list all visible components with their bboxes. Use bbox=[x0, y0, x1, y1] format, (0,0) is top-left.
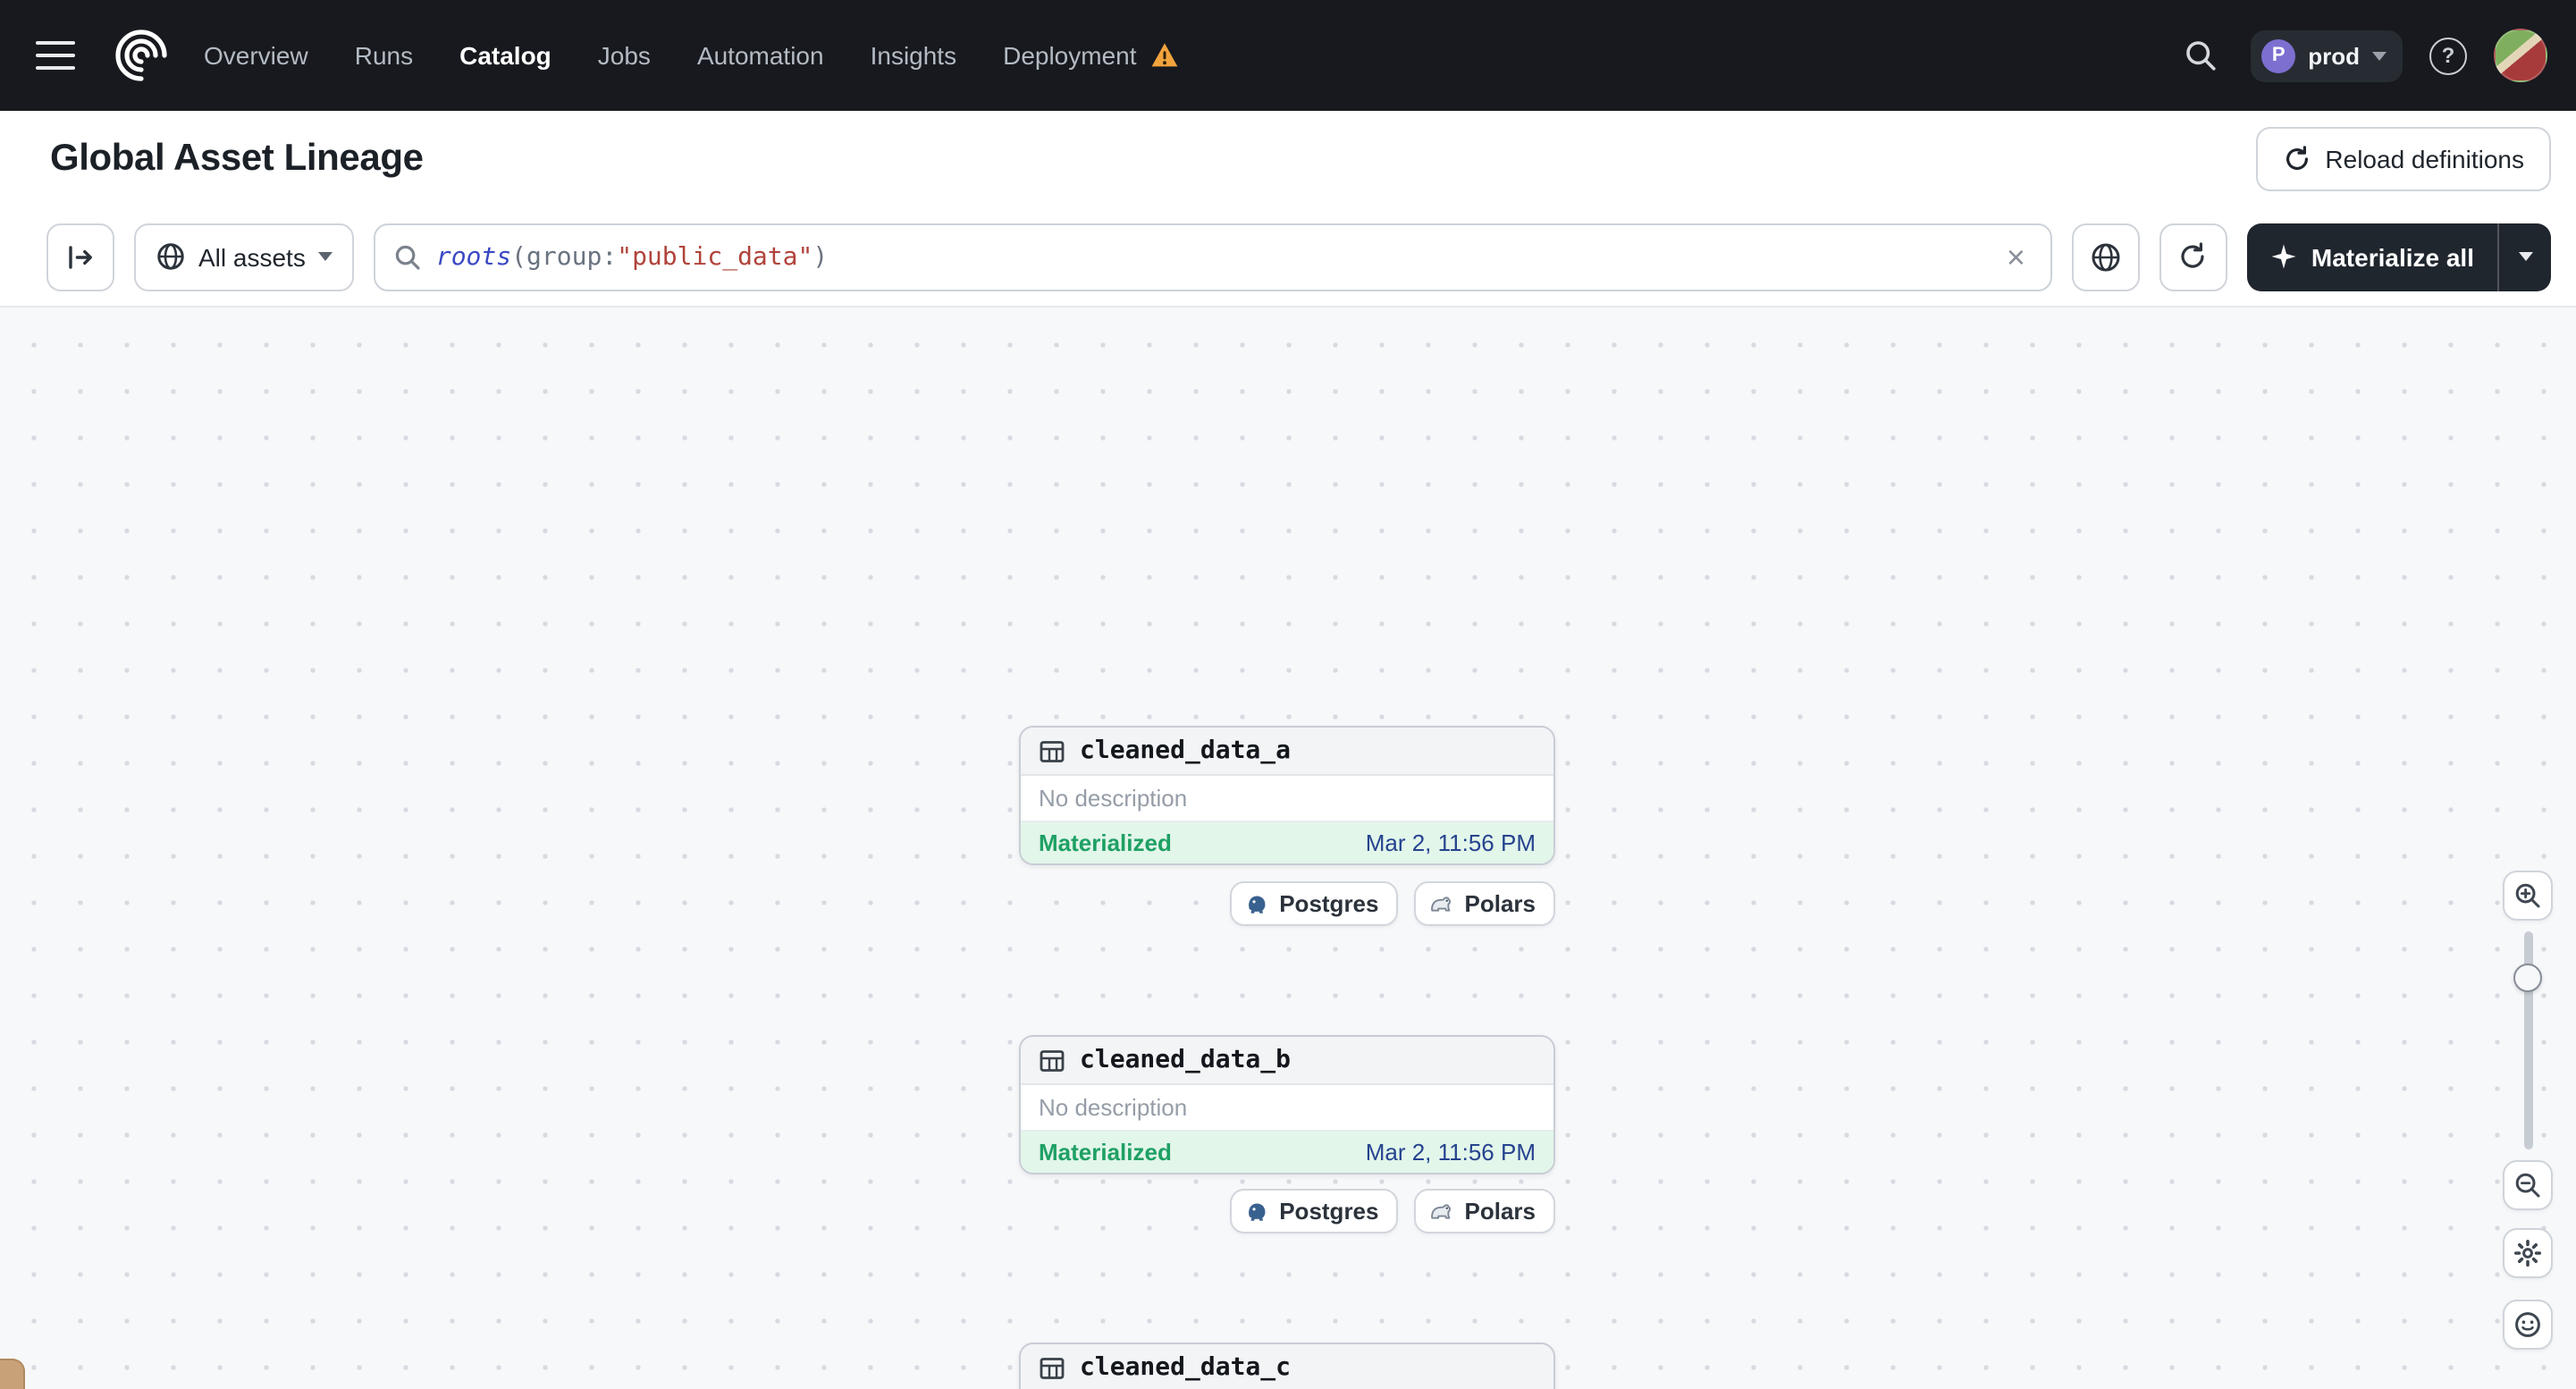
asset-node-cleaned-data-c[interactable]: cleaned_data_c No description Materializ… bbox=[1019, 1343, 1555, 1389]
help-icon[interactable]: ? bbox=[2429, 37, 2467, 74]
hamburger-menu-icon[interactable] bbox=[25, 25, 86, 86]
nav-item-overview[interactable]: Overview bbox=[204, 41, 308, 70]
reload-definitions-label: Reload definitions bbox=[2325, 145, 2524, 173]
tag-polars[interactable]: Polars bbox=[1414, 1189, 1555, 1233]
tag-polars[interactable]: Polars bbox=[1414, 881, 1555, 926]
chevron-down-icon bbox=[317, 252, 333, 261]
asset-node-cleaned-data-a[interactable]: cleaned_data_a No description Materializ… bbox=[1019, 726, 1555, 865]
page-header: Global Asset Lineage Reload definitions bbox=[0, 111, 2576, 207]
lineage-canvas[interactable]: cleaned_data_a No description Materializ… bbox=[0, 307, 2576, 1389]
tag-label: Polars bbox=[1464, 890, 1536, 917]
tag-postgres[interactable]: Postgres bbox=[1229, 881, 1399, 926]
smiley-face-icon bbox=[2513, 1310, 2542, 1339]
nav-item-runs[interactable]: Runs bbox=[355, 41, 413, 70]
tag-postgres[interactable]: Postgres bbox=[1229, 1189, 1399, 1233]
status-badge: Materialized bbox=[1039, 829, 1172, 856]
warning-icon bbox=[1149, 41, 1180, 70]
asset-filter-dropdown[interactable]: All assets bbox=[134, 223, 354, 290]
canvas-controls bbox=[2503, 871, 2553, 1350]
asset-description: No description bbox=[1021, 776, 1553, 822]
polars-icon bbox=[1429, 1199, 1454, 1224]
postgres-icon bbox=[1243, 891, 1268, 916]
zoom-out-button[interactable] bbox=[2503, 1160, 2553, 1210]
table-icon bbox=[1039, 737, 1065, 764]
search-icon[interactable] bbox=[2177, 32, 2224, 79]
asset-node-header: cleaned_data_a bbox=[1021, 728, 1553, 776]
chevron-down-icon bbox=[2518, 252, 2532, 261]
asset-status-row: Materialized Mar 2, 11:56 PM bbox=[1021, 1132, 1553, 1173]
page-title: Global Asset Lineage bbox=[50, 138, 424, 179]
asset-name: cleaned_data_a bbox=[1080, 737, 1292, 765]
globe-icon bbox=[156, 241, 186, 272]
zoom-slider[interactable] bbox=[2503, 931, 2553, 1149]
status-badge: Materialized bbox=[1039, 1139, 1172, 1166]
asset-tags-row: Postgres Polars bbox=[1019, 881, 1555, 926]
search-icon bbox=[393, 242, 422, 271]
nav-item-deployment[interactable]: Deployment bbox=[1003, 41, 1179, 70]
table-icon bbox=[1039, 1047, 1065, 1073]
canvas-settings-button[interactable] bbox=[2503, 1228, 2553, 1278]
asset-description: No description bbox=[1021, 1085, 1553, 1132]
materialize-all-main[interactable]: Materialize all bbox=[2247, 223, 2497, 290]
gear-icon bbox=[2513, 1239, 2542, 1267]
graph-view-button[interactable] bbox=[2071, 223, 2140, 290]
refresh-button[interactable] bbox=[2159, 223, 2227, 290]
offscreen-node-fragment bbox=[0, 1359, 25, 1389]
materialize-options-caret[interactable] bbox=[2497, 223, 2551, 290]
env-name: prod bbox=[2308, 42, 2360, 69]
asset-selection-query: roots(group:"public_data") bbox=[435, 242, 829, 271]
table-icon bbox=[1039, 1354, 1065, 1381]
asset-filter-label: All assets bbox=[198, 242, 306, 271]
nav-item-insights[interactable]: Insights bbox=[871, 41, 957, 70]
asset-node-header: cleaned_data_b bbox=[1021, 1037, 1553, 1085]
reload-icon bbox=[2282, 145, 2311, 173]
polars-icon bbox=[1429, 891, 1454, 916]
asset-name: cleaned_data_b bbox=[1080, 1046, 1292, 1074]
materialization-timestamp[interactable]: Mar 2, 11:56 PM bbox=[1366, 829, 1536, 856]
reload-definitions-button[interactable]: Reload definitions bbox=[2255, 127, 2551, 191]
zoom-in-button[interactable] bbox=[2503, 871, 2553, 921]
chevron-down-icon bbox=[2372, 51, 2387, 60]
nav-item-deployment-label: Deployment bbox=[1003, 41, 1137, 70]
asset-status-row: Materialized Mar 2, 11:56 PM bbox=[1021, 822, 1553, 863]
postgres-icon bbox=[1243, 1199, 1268, 1224]
nav-right-group: P prod ? bbox=[2177, 29, 2547, 82]
asset-node-header: cleaned_data_c bbox=[1021, 1344, 1553, 1389]
asset-name: cleaned_data_c bbox=[1080, 1353, 1292, 1382]
materialize-all-button[interactable]: Materialize all bbox=[2246, 223, 2551, 290]
nav-item-jobs[interactable]: Jobs bbox=[598, 41, 651, 70]
tag-label: Postgres bbox=[1279, 890, 1379, 917]
nav-links: Overview Runs Catalog Jobs Automation In… bbox=[204, 41, 1180, 70]
app-window: Overview Runs Catalog Jobs Automation In… bbox=[0, 0, 2576, 1389]
nav-item-catalog[interactable]: Catalog bbox=[459, 41, 551, 70]
env-badge: P bbox=[2261, 38, 2296, 72]
asset-tags-row: Postgres Polars bbox=[1019, 1189, 1555, 1233]
dagster-logo[interactable] bbox=[107, 21, 175, 89]
lineage-toolbar: All assets roots(group:"public_data") × bbox=[0, 207, 2576, 307]
materialization-timestamp[interactable]: Mar 2, 11:56 PM bbox=[1366, 1139, 1536, 1166]
materialize-all-label: Materialize all bbox=[2311, 242, 2474, 271]
sparkle-icon bbox=[2270, 243, 2297, 270]
asset-node-cleaned-data-b[interactable]: cleaned_data_b No description Materializ… bbox=[1019, 1035, 1555, 1174]
asset-selection-input[interactable]: roots(group:"public_data") × bbox=[373, 223, 2052, 290]
top-nav-bar: Overview Runs Catalog Jobs Automation In… bbox=[0, 0, 2576, 111]
zoom-slider-knob[interactable] bbox=[2513, 964, 2542, 992]
clear-input-icon[interactable]: × bbox=[1999, 237, 2033, 276]
nav-item-automation[interactable]: Automation bbox=[697, 41, 824, 70]
feedback-button[interactable] bbox=[2503, 1300, 2553, 1350]
user-avatar[interactable] bbox=[2494, 29, 2547, 82]
toggle-sidebar-button[interactable] bbox=[46, 223, 114, 290]
tag-label: Polars bbox=[1464, 1198, 1536, 1225]
tag-label: Postgres bbox=[1279, 1198, 1379, 1225]
environment-switcher[interactable]: P prod bbox=[2251, 29, 2403, 81]
